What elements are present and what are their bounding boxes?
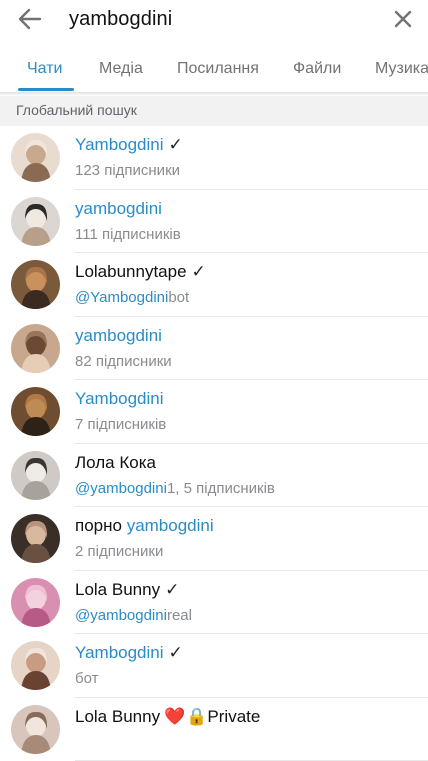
tab-chats[interactable]: Чати: [27, 60, 62, 78]
title-text: Lola Bunny: [75, 580, 160, 599]
result-subtitle: 111 підписників: [75, 226, 181, 243]
result-title: Yambogdini: [75, 389, 164, 409]
avatar: [11, 387, 60, 436]
result-subtitle: @Yambogdinibot: [75, 289, 189, 306]
subtitle-text: бот: [75, 670, 98, 687]
verified-check-icon: ✓: [169, 643, 183, 662]
result-title: yambogdini: [75, 326, 162, 346]
subtitle-highlight: @yambogdini: [75, 607, 167, 624]
subtitle-highlight: @Yambogdini: [75, 289, 168, 306]
result-row[interactable]: Yambogdini ✓ бот: [0, 634, 428, 698]
result-row[interactable]: Lola Bunny ✓ @yambogdinireal: [0, 571, 428, 635]
title-highlight: yambogdini: [75, 326, 162, 345]
title-highlight: Yambogdini: [75, 389, 164, 408]
title-highlight: Yambogdini: [75, 135, 164, 154]
result-row[interactable]: порно yambogdini 2 підписники: [0, 507, 428, 571]
subtitle-text: 1, 5 підписників: [167, 480, 275, 497]
avatar: [11, 641, 60, 690]
avatar: [11, 705, 60, 754]
title-highlight: yambogdini: [127, 516, 214, 535]
result-title: Yambogdini ✓: [75, 643, 183, 663]
title-text: Lolabunnytape: [75, 262, 187, 281]
result-title: порно yambogdini: [75, 516, 214, 536]
result-row[interactable]: yambogdini 82 підписники: [0, 317, 428, 381]
result-subtitle: @yambogdini1, 5 підписників: [75, 480, 275, 497]
subtitle-text: real: [167, 607, 192, 624]
tab-media[interactable]: Медіа: [99, 60, 143, 78]
title-suffix: Private: [207, 707, 260, 726]
title-highlight: Yambogdini: [75, 643, 164, 662]
subtitle-text: 82 підписники: [75, 353, 172, 370]
heart-icon: ❤️: [164, 707, 185, 726]
avatar: [11, 451, 60, 500]
avatar: [11, 260, 60, 309]
search-header: yambogdini: [0, 0, 428, 40]
result-row[interactable]: Yambogdini ✓ 123 підписники: [0, 126, 428, 190]
result-row[interactable]: Лола Кока @yambogdini1, 5 підписників: [0, 444, 428, 508]
verified-check-icon: ✓: [169, 135, 183, 154]
search-input[interactable]: yambogdini: [69, 8, 172, 31]
result-title: Yambogdini ✓: [75, 135, 183, 155]
result-title: yambogdini: [75, 199, 162, 219]
result-title: Lolabunnytape ✓: [75, 262, 206, 282]
title-text: порно: [75, 516, 127, 535]
subtitle-text: 7 підписників: [75, 416, 166, 433]
subtitle-highlight: @yambogdini: [75, 480, 167, 497]
subtitle-text: 2 підписники: [75, 543, 163, 560]
section-title: Глобальний пошук: [16, 102, 137, 118]
section-header: Глобальний пошук: [0, 96, 428, 126]
result-subtitle: 82 підписники: [75, 353, 172, 370]
tab-bar: Чати Медіа Посилання Файли Музика: [0, 58, 428, 92]
result-row[interactable]: Yambogdini 7 підписників: [0, 380, 428, 444]
result-row[interactable]: Lolabunnytape✓@Yambogdinibot: [0, 253, 428, 317]
result-subtitle: бот: [75, 670, 98, 687]
arrow-left-icon: [18, 8, 42, 30]
title-text: Лола Кока: [75, 453, 156, 472]
result-row[interactable]: yambogdini 111 підписників: [0, 190, 428, 254]
verified-check-icon: ✓: [165, 580, 179, 599]
result-title: Lola Bunny❤️🔒Private: [75, 707, 260, 727]
result-subtitle: @yambogdinireal: [75, 607, 192, 624]
avatar: [11, 578, 60, 627]
subtitle-text: 123 підписники: [75, 162, 180, 179]
result-subtitle: 7 підписників: [75, 416, 166, 433]
active-tab-indicator: [18, 88, 74, 91]
title-highlight: yambogdini: [75, 199, 162, 218]
close-icon: [393, 9, 413, 29]
title-text: Lola Bunny: [75, 707, 160, 726]
verified-check-icon: ✓: [192, 262, 206, 281]
subtitle-text: 111 підписників: [75, 226, 181, 243]
avatar: [11, 324, 60, 373]
result-title: Лола Кока: [75, 453, 156, 473]
avatar: [11, 197, 60, 246]
result-row[interactable]: Lola Bunny❤️🔒Private: [0, 698, 428, 761]
result-title: Lola Bunny ✓: [75, 580, 179, 600]
result-subtitle: 2 підписники: [75, 543, 163, 560]
avatar: [11, 514, 60, 563]
result-subtitle: 123 підписники: [75, 162, 180, 179]
tab-files[interactable]: Файли: [293, 60, 341, 78]
clear-search-button[interactable]: [393, 9, 413, 29]
lock-icon: 🔒: [186, 707, 207, 726]
tab-links[interactable]: Посилання: [177, 60, 259, 78]
avatar: [11, 133, 60, 182]
tab-music[interactable]: Музика: [375, 60, 428, 78]
subtitle-text: bot: [168, 289, 189, 306]
results-list: Yambogdini ✓ 123 підписники yambogdini 111 п…: [0, 126, 428, 761]
back-button[interactable]: [18, 8, 42, 30]
